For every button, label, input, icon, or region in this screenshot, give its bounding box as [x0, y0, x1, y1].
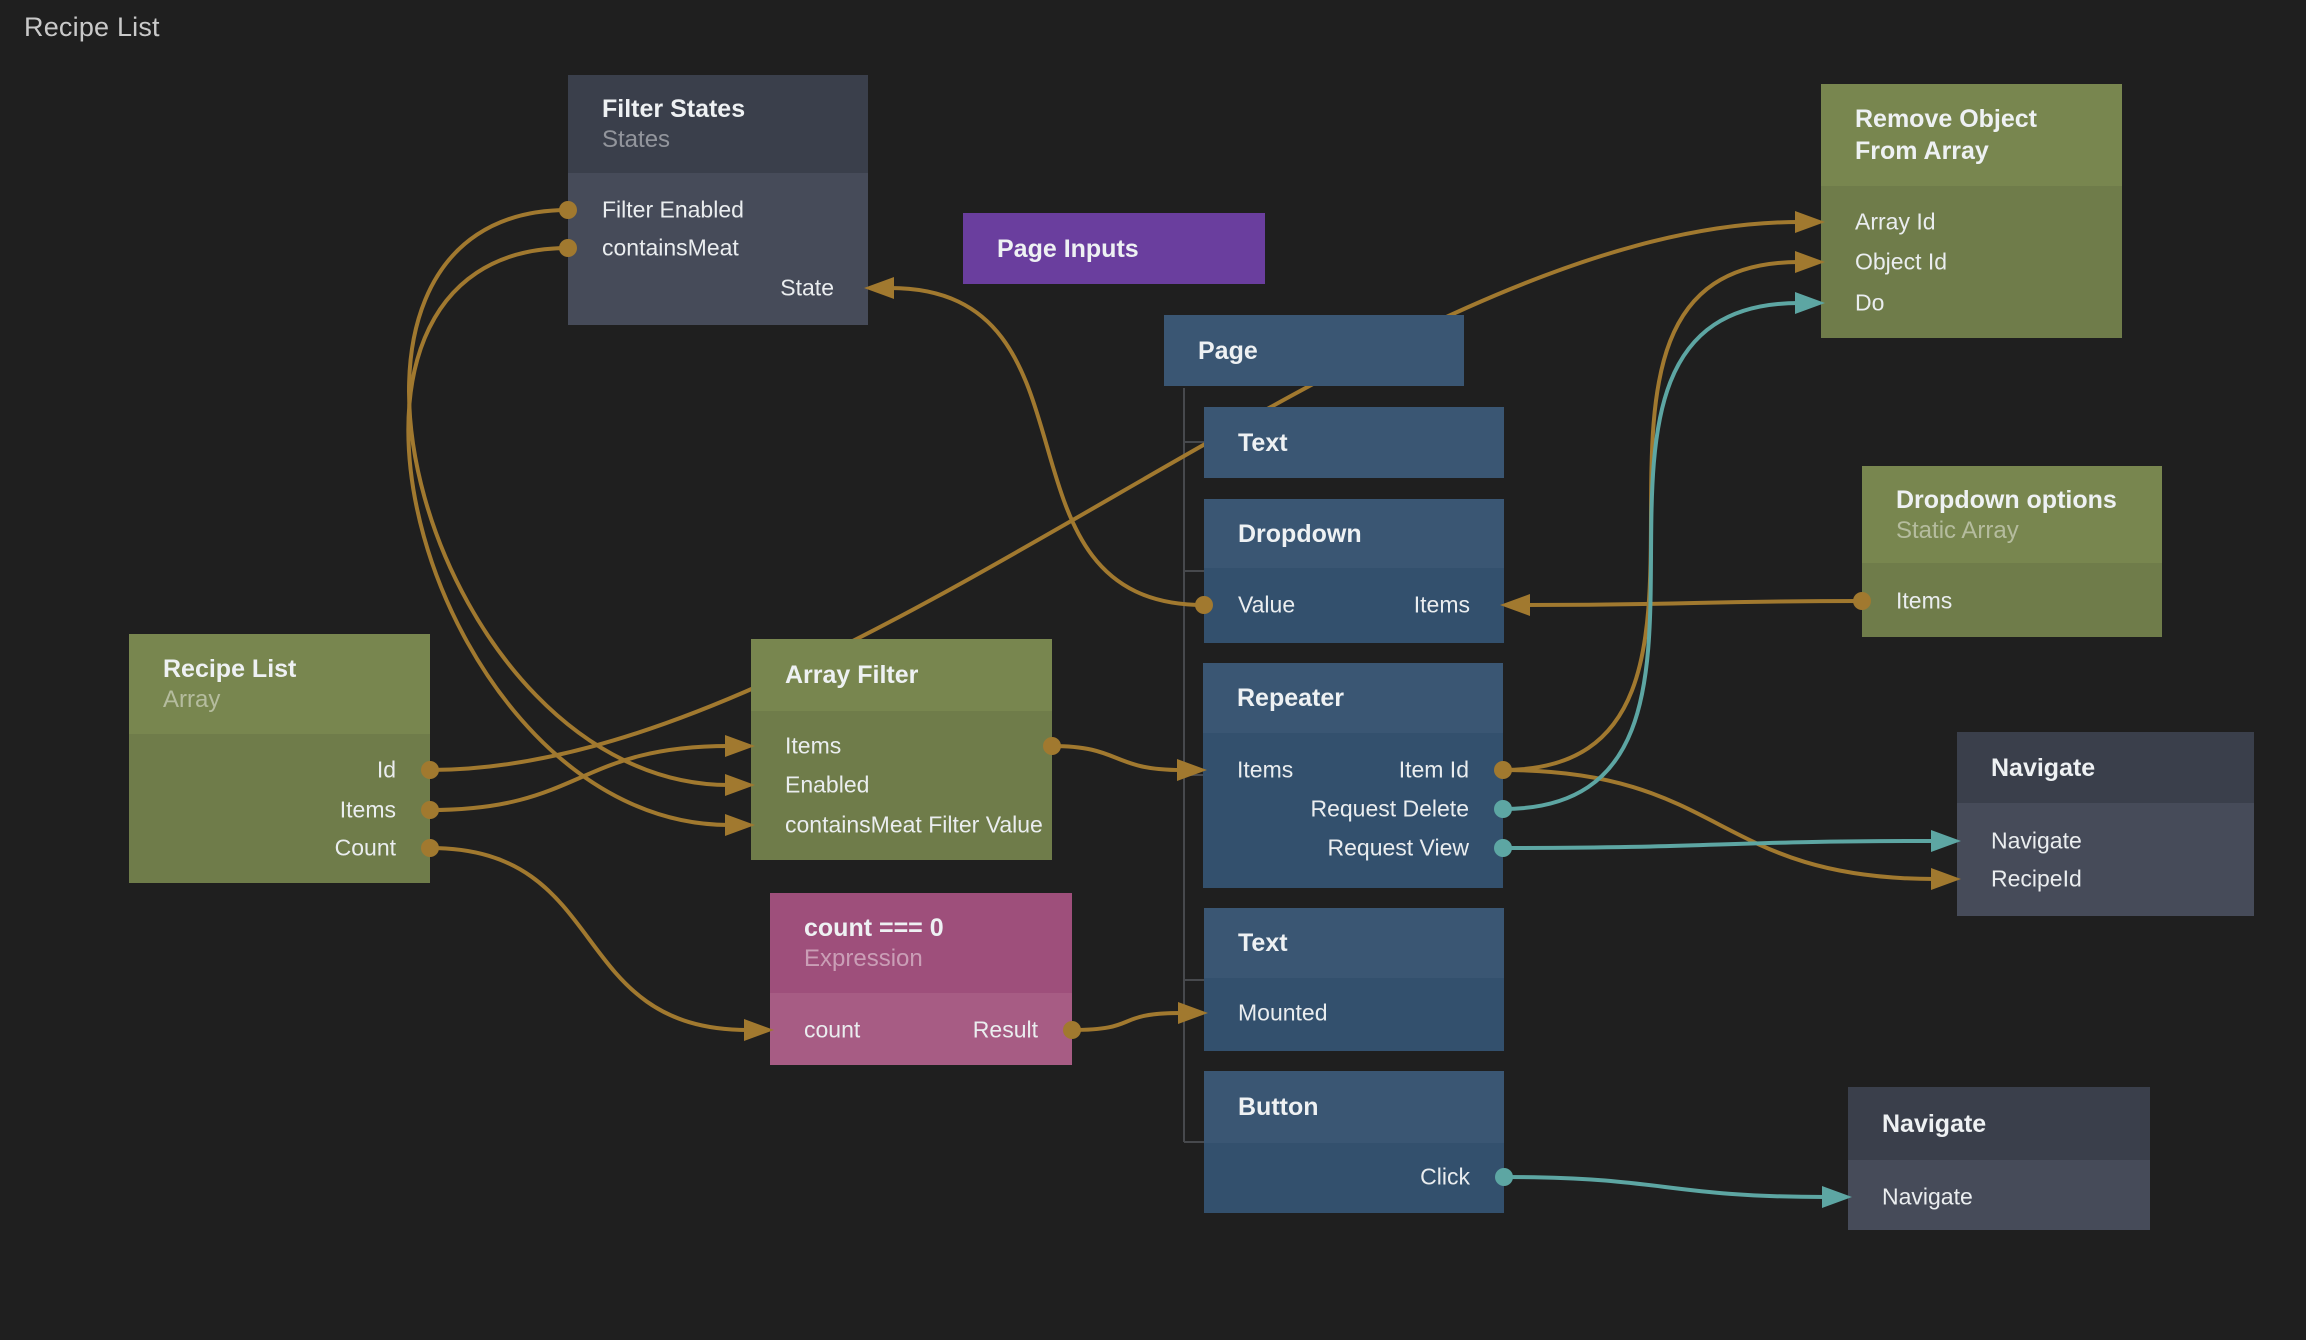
node-subtitle: States — [602, 125, 834, 154]
node-header[interactable]: Dropdown — [1204, 499, 1504, 568]
wire-recipe-list.count-to-expression.count[interactable] — [430, 848, 748, 1030]
node-header[interactable]: Array Filter — [751, 639, 1052, 711]
port-recipe-id[interactable]: RecipeId — [1991, 868, 2082, 891]
node-title: Array Filter — [785, 659, 1018, 691]
node-header[interactable]: count === 0Expression — [770, 893, 1072, 993]
wire-repeater.request-view-to-navigate-1.navigate[interactable] — [1503, 841, 1935, 848]
node-header[interactable]: Navigate — [1848, 1087, 2150, 1160]
node-title: Button — [1238, 1091, 1470, 1123]
port-items[interactable]: Items — [340, 799, 396, 822]
node-subtitle: Expression — [804, 944, 1038, 973]
port-items[interactable]: Items — [1414, 594, 1470, 617]
node-navigate-2[interactable]: Navigate Navigate — [1848, 1087, 2150, 1230]
node-header[interactable]: Page — [1164, 315, 1464, 386]
node-header[interactable]: Text — [1204, 407, 1504, 478]
node-title: Dropdown options — [1896, 484, 2128, 516]
node-title: Recipe List — [163, 653, 396, 685]
node-header[interactable]: Remove Object From Array — [1821, 84, 2122, 186]
port-request-view[interactable]: Request View — [1328, 837, 1470, 860]
node-expression[interactable]: count === 0Expression count Result — [770, 893, 1072, 1065]
node-title: Text — [1238, 427, 1470, 459]
port-enabled[interactable]: Enabled — [785, 774, 869, 797]
node-header[interactable]: Navigate — [1957, 732, 2254, 803]
node-title: count === 0 — [804, 912, 1038, 944]
node-title: Navigate — [1882, 1108, 2116, 1140]
node-remove-object[interactable]: Remove Object From Array Array Id Object I… — [1821, 84, 2122, 338]
port-object-id[interactable]: Object Id — [1855, 251, 1947, 274]
node-title: Filter States — [602, 93, 834, 125]
node-dropdown[interactable]: Dropdown Value Items — [1204, 499, 1504, 643]
node-header[interactable]: Page Inputs — [963, 213, 1265, 284]
page-title: Recipe List — [24, 12, 160, 43]
port-do[interactable]: Do — [1855, 292, 1884, 315]
port-request-delete[interactable]: Request Delete — [1310, 798, 1469, 821]
node-title: Remove Object From Array — [1855, 103, 2088, 167]
node-page-inputs[interactable]: Page Inputs — [963, 213, 1265, 284]
node-header[interactable]: Repeater — [1203, 663, 1503, 733]
node-header[interactable]: Filter StatesStates — [568, 75, 868, 173]
wire-button.click-to-navigate-2.navigate[interactable] — [1504, 1177, 1826, 1197]
node-title: Dropdown — [1238, 518, 1470, 550]
node-subtitle: Static Array — [1896, 516, 2128, 545]
port-navigate[interactable]: Navigate — [1991, 830, 2082, 853]
node-title: Navigate — [1991, 752, 2220, 784]
port-result[interactable]: Result — [973, 1019, 1038, 1042]
port-items[interactable]: Items — [785, 735, 841, 758]
node-text-1[interactable]: Text — [1204, 407, 1504, 478]
port-click[interactable]: Click — [1420, 1166, 1470, 1189]
node-title: Text — [1238, 927, 1470, 959]
node-filter-states[interactable]: Filter StatesStates Filter Enabled contain… — [568, 75, 868, 325]
wire-repeater.item-id-to-navigate-1.recipe-id[interactable] — [1503, 770, 1935, 879]
port-value[interactable]: Value — [1238, 594, 1295, 617]
node-header[interactable]: Text — [1204, 908, 1504, 978]
wire-recipe-list.items-to-array-filter.items[interactable] — [430, 746, 729, 810]
port-contains-meat-filter-value[interactable]: containsMeat Filter Value — [785, 814, 1043, 837]
node-recipe-list[interactable]: Recipe ListArray Id Items Count — [129, 634, 430, 883]
port-id[interactable]: Id — [377, 759, 396, 782]
node-title: Repeater — [1237, 682, 1469, 714]
node-dropdown-options[interactable]: Dropdown optionsStatic Array Items — [1862, 466, 2162, 637]
node-title: Page Inputs — [997, 233, 1231, 265]
port-contains-meat[interactable]: containsMeat — [602, 237, 739, 260]
port-item-id[interactable]: Item Id — [1399, 759, 1469, 782]
node-text-2[interactable]: Text Mounted — [1204, 908, 1504, 1051]
node-title: Page — [1198, 335, 1430, 367]
port-count[interactable]: count — [804, 1019, 860, 1042]
node-repeater[interactable]: Repeater Items Item Id Request Delete Reques… — [1203, 663, 1503, 888]
node-page[interactable]: Page — [1164, 315, 1464, 386]
port-state[interactable]: State — [780, 277, 834, 300]
port-count[interactable]: Count — [335, 837, 396, 860]
node-header[interactable]: Button — [1204, 1071, 1504, 1143]
port-mounted[interactable]: Mounted — [1238, 1002, 1328, 1025]
port-items[interactable]: Items — [1237, 759, 1293, 782]
node-button[interactable]: Button Click — [1204, 1071, 1504, 1213]
node-navigate-1[interactable]: Navigate Navigate RecipeId — [1957, 732, 2254, 916]
node-graph-canvas[interactable]: Recipe List Filter StatesStates Filter En… — [0, 0, 2306, 1340]
node-array-filter[interactable]: Array Filter Items Enabled containsMeat Fil… — [751, 639, 1052, 860]
node-subtitle: Array — [163, 685, 396, 714]
port-navigate[interactable]: Navigate — [1882, 1186, 1973, 1209]
port-filter-enabled[interactable]: Filter Enabled — [602, 199, 744, 222]
port-array-id[interactable]: Array Id — [1855, 211, 1936, 234]
wire-dropdown.value-to-filter-states.state[interactable] — [890, 288, 1204, 605]
wire-dropdown-options.items-to-dropdown.items[interactable] — [1526, 601, 1862, 605]
wire-repeater.request-delete-to-remove-object.do[interactable] — [1503, 303, 1799, 809]
wire-filter-states.contains-meat-to-array-filter.contains-meat-filter-value[interactable] — [408, 248, 729, 825]
port-items[interactable]: Items — [1896, 590, 1952, 613]
wire-expression.result-to-text-2.mounted[interactable] — [1072, 1013, 1182, 1030]
node-header[interactable]: Dropdown optionsStatic Array — [1862, 466, 2162, 563]
node-header[interactable]: Recipe ListArray — [129, 634, 430, 734]
wire-array-filter.items-out-to-repeater.items[interactable] — [1052, 746, 1181, 770]
